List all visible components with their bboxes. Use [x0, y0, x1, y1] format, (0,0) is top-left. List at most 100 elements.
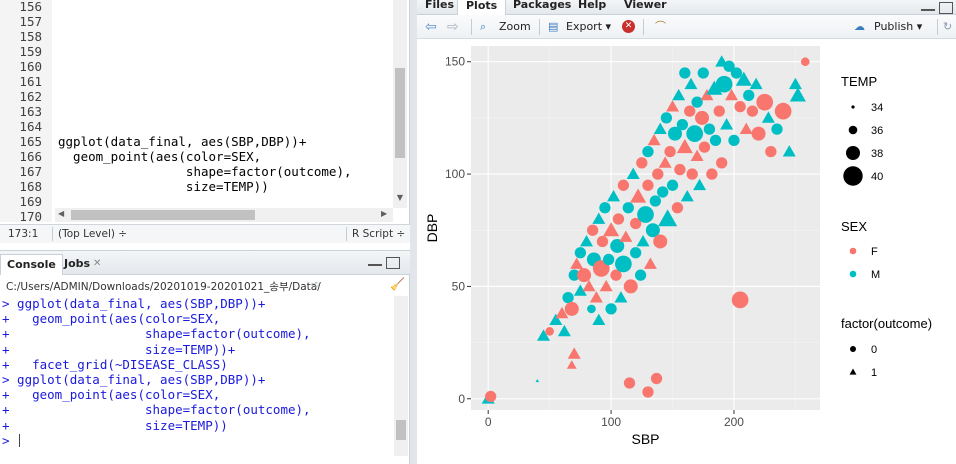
scope-selector[interactable]: (Top Level) ÷	[58, 228, 127, 240]
broom-clear-icon[interactable]: ⌒	[655, 19, 666, 35]
legend-title-temp: TEMP	[841, 74, 877, 89]
tab-console[interactable]: Console	[0, 254, 63, 275]
maximize-icon[interactable]	[939, 2, 953, 14]
data-point	[695, 110, 710, 125]
line-number: 164	[19, 119, 42, 134]
text-cursor	[19, 433, 20, 447]
legend-key-color	[849, 247, 857, 255]
minimize-icon[interactable]	[368, 257, 382, 266]
line-number: 168	[19, 179, 42, 194]
console-output[interactable]: > ggplot(data_final, aes(SBP,DBP))+ + geo…	[0, 296, 393, 456]
data-point	[684, 105, 696, 117]
legend-label-temp: 36	[871, 125, 883, 137]
data-point	[615, 255, 632, 273]
close-icon[interactable]: ✕	[93, 258, 101, 269]
data-point	[617, 179, 630, 191]
plots-toolbar: ⇦ ⇨ ⌕ Zoom ▤ Export ▾ ✕ ⌒ ☁ Publish ▾ ↻	[417, 15, 956, 39]
line-number: 160	[19, 59, 42, 74]
data-point	[642, 386, 654, 398]
filetype-selector[interactable]: R Script ÷	[352, 228, 405, 240]
code-area[interactable]: ggplot(data_final, aes(SBP,DBP))+ geom_p…	[58, 0, 393, 208]
go-to-directory-icon[interactable]: ➪	[311, 278, 320, 291]
tab-help[interactable]: Help	[570, 0, 614, 15]
data-point	[716, 157, 728, 169]
cursor-position: 173:1	[8, 228, 39, 240]
data-point	[485, 390, 497, 403]
pane-splitter[interactable]	[410, 0, 417, 464]
scatter-plot: 0 100 200 0 50 100 150 SBP DBP TEMP 34 36 38 40 SEX FMf…	[424, 46, 932, 447]
y-axis-label: DBP	[424, 214, 440, 243]
legend-key-shape	[850, 346, 856, 352]
data-point	[771, 123, 783, 135]
code-line[interactable]: size=TEMP))	[58, 179, 269, 194]
scroll-left-arrow-icon[interactable]: ◀	[58, 209, 64, 218]
zoom-button[interactable]: Zoom	[499, 19, 531, 35]
data-point	[698, 141, 711, 153]
editor-horizontal-scroll-thumb[interactable]	[71, 210, 255, 220]
data-point	[602, 253, 615, 266]
right-pane-tab-bar: Files Plots Packages Help Viewer	[417, 0, 956, 15]
data-point	[731, 291, 749, 309]
forward-arrow-icon[interactable]: ⇨	[447, 19, 459, 35]
source-editor[interactable]: 156 157 158 159 160 161 162 163 164 165 166 167 168 1…	[0, 0, 410, 243]
tab-plots[interactable]: Plots	[457, 0, 507, 15]
refresh-icon[interactable]: ↻	[943, 19, 952, 35]
zoom-icon[interactable]: ⌕	[480, 19, 486, 35]
console-line: + geom_point(aes(color=SEX,	[2, 311, 221, 327]
editor-horizontal-scrollbar[interactable]: ◀ ▶	[55, 208, 393, 222]
export-icon[interactable]: ▤	[548, 19, 558, 35]
y-tick-label: 150	[445, 55, 465, 69]
scroll-right-arrow-icon[interactable]: ▶	[381, 209, 387, 218]
working-directory-path: C:/Users/ADMIN/Downloads/20201019-202010…	[6, 281, 321, 293]
toolbar-divider	[937, 19, 938, 35]
minimize-icon[interactable]	[921, 2, 935, 11]
console-line: + facet_grid(~DISEASE_CLASS)	[2, 356, 228, 372]
legend-label-temp: 38	[871, 148, 883, 160]
publish-button[interactable]: Publish ▾	[874, 19, 922, 35]
tab-jobs[interactable]: Jobs	[58, 254, 96, 275]
editor-vertical-scroll-thumb[interactable]	[395, 68, 405, 158]
data-point	[691, 96, 703, 108]
data-point	[751, 126, 766, 141]
line-number: 161	[19, 74, 42, 89]
code-line[interactable]: ggplot(data_final, aes(SBP,DBP))+	[58, 134, 306, 149]
legend-title-outcome: factor(outcome)	[841, 316, 932, 331]
x-tick-label: 200	[724, 415, 744, 429]
console-pane[interactable]: Console Jobs ✕ C:/Users/ADMIN/Downloads/…	[0, 250, 410, 464]
legend-key-size	[843, 166, 863, 186]
status-divider	[346, 227, 347, 241]
line-number: 167	[19, 164, 42, 179]
legend-key-size	[851, 105, 855, 109]
x-axis-label: SBP	[631, 431, 659, 447]
data-point	[686, 168, 698, 180]
line-number: 166	[19, 149, 42, 164]
code-line[interactable]: geom_point(aes(color=SEX,	[58, 149, 261, 164]
console-vertical-scroll-thumb[interactable]	[396, 420, 406, 440]
line-number: 162	[19, 89, 42, 104]
console-vertical-scrollbar[interactable]	[394, 296, 408, 456]
plots-pane[interactable]: Files Plots Packages Help Viewer ⇦ ⇨ ⌕ Z…	[417, 0, 956, 464]
data-point	[743, 89, 755, 102]
data-point	[622, 202, 634, 214]
remove-plot-icon[interactable]: ✕	[622, 20, 635, 33]
data-point	[676, 118, 689, 131]
scroll-down-arrow-icon[interactable]: ▼	[395, 193, 405, 203]
tab-viewer[interactable]: Viewer	[616, 0, 675, 15]
export-button[interactable]: Export ▾	[566, 19, 611, 35]
tab-files[interactable]: Files	[417, 0, 462, 15]
line-number: 157	[19, 14, 42, 29]
console-line: + geom_point(aes(color=SEX,	[2, 387, 221, 403]
editor-vertical-scrollbar[interactable]: ▼	[393, 0, 407, 208]
data-point	[623, 377, 636, 389]
data-point	[679, 67, 691, 79]
maximize-icon[interactable]	[386, 257, 400, 269]
publish-icon[interactable]: ☁	[854, 19, 865, 35]
tab-packages[interactable]: Packages	[505, 0, 579, 15]
toolbar-divider	[539, 19, 540, 35]
legend-label-outcome: 1	[871, 367, 877, 379]
back-arrow-icon[interactable]: ⇦	[425, 19, 437, 35]
data-point	[730, 67, 743, 79]
broom-clear-icon[interactable]: 🧹	[390, 277, 405, 291]
code-line[interactable]: shape=factor(outcome),	[58, 164, 352, 179]
data-point	[734, 101, 746, 113]
